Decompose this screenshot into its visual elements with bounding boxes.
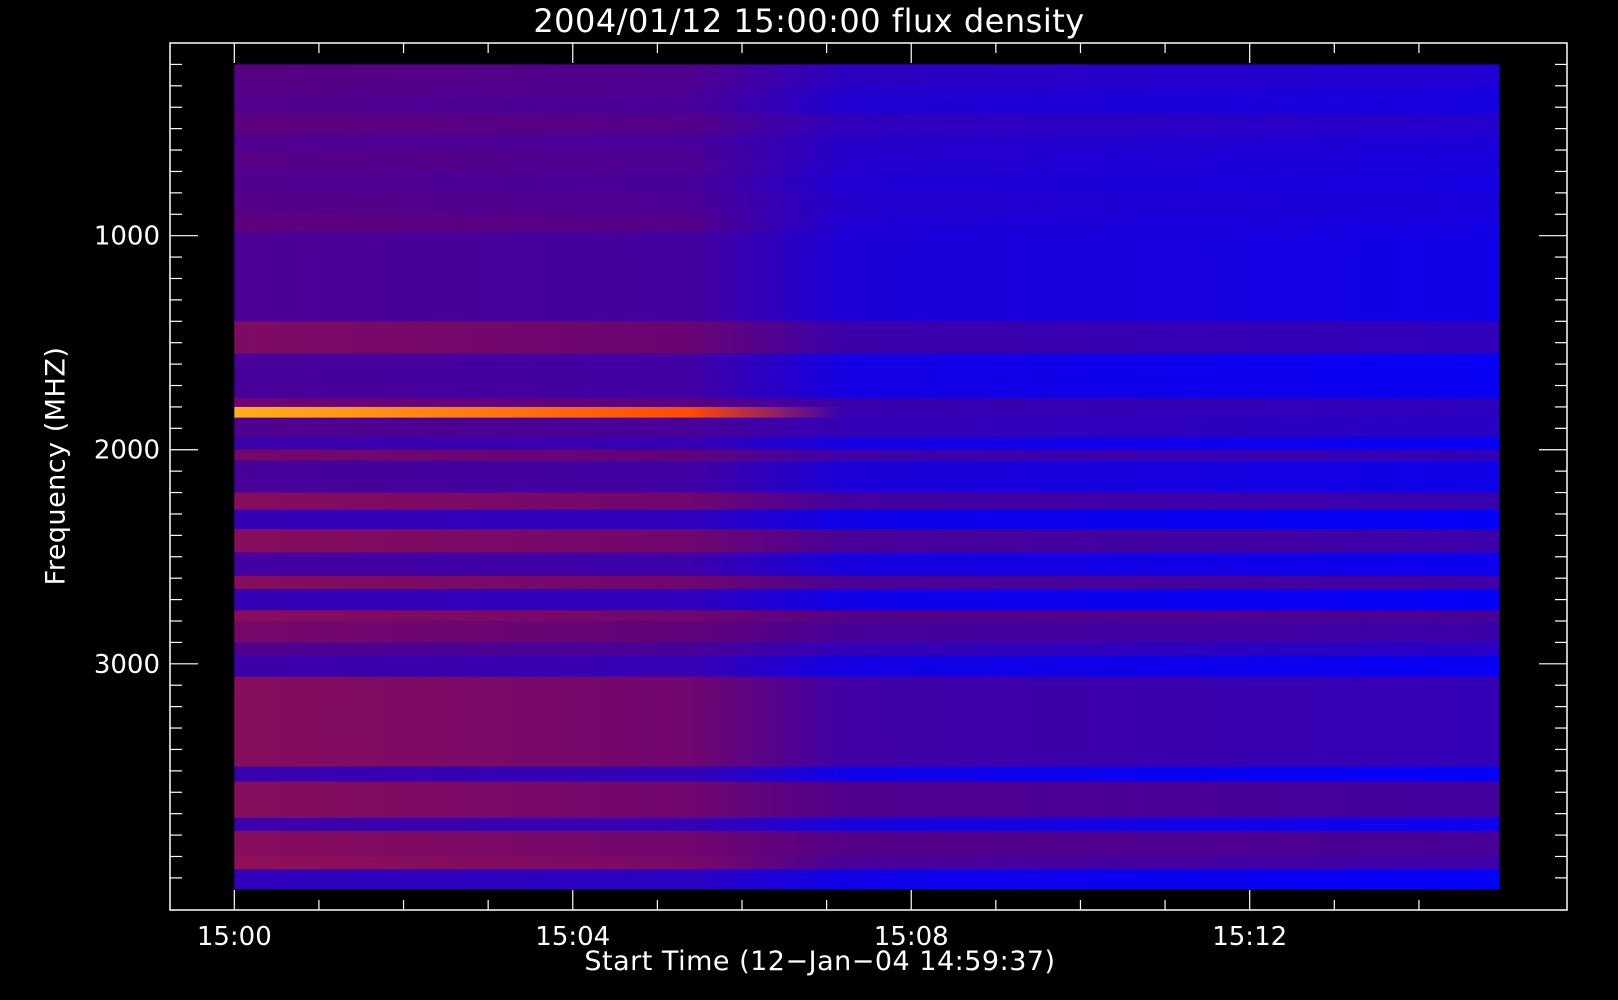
- heatmap-band: [234, 113, 1500, 134]
- chart-title: 2004/01/12 15:00:00 flux density: [533, 2, 1085, 40]
- heatmap-band: [234, 436, 1500, 451]
- heatmap-band: [234, 621, 1500, 643]
- heatmap-band: [234, 398, 1500, 408]
- x-axis-label: Start Time (12−Jan−04 14:59:37): [584, 946, 1056, 977]
- heatmap-band: [234, 766, 1500, 783]
- heatmap-band: [234, 231, 1500, 322]
- heatmap-band: [234, 406, 1500, 419]
- heatmap-band: [234, 321, 1500, 354]
- heatmap-band: [234, 588, 1500, 611]
- heatmap-band: [234, 552, 1500, 577]
- heatmap-band: [234, 509, 1500, 530]
- heatmap-band: [234, 781, 1500, 819]
- heatmap-band: [234, 171, 1500, 194]
- heatmap-band: [234, 192, 1500, 215]
- heatmap-band: [234, 460, 1500, 494]
- heatmap-band: [234, 417, 1500, 438]
- heatmap-band: [234, 150, 1500, 172]
- heatmap-band: [234, 676, 1500, 768]
- heatmap-band: [234, 132, 1500, 151]
- heatmap-band: [234, 817, 1500, 832]
- heatmap-band: [234, 353, 1500, 399]
- heatmap-band: [234, 492, 1500, 511]
- heatmap-band: [234, 655, 1500, 678]
- heatmap-band: [234, 576, 1500, 590]
- y-tick-label: 2000: [94, 436, 160, 466]
- heatmap-band: [234, 214, 1500, 232]
- y-tick-label: 1000: [94, 222, 160, 252]
- heatmap-band: [234, 528, 1500, 553]
- spectrogram-figure: 15:00 15:04 15:08 15:12100020003000: [0, 0, 1618, 1000]
- heatmap-band: [234, 85, 1500, 100]
- heatmap-band: [234, 449, 1500, 461]
- heatmap: [234, 64, 1500, 890]
- heatmap-band: [234, 642, 1500, 656]
- heatmap-band: [234, 610, 1500, 622]
- heatmap-band: [234, 869, 1500, 890]
- heatmap-band: [234, 830, 1500, 857]
- heatmap-band: [234, 98, 1500, 115]
- y-tick-label: 3000: [94, 650, 160, 680]
- heatmap-band: [234, 64, 1500, 87]
- heatmap-band: [234, 856, 1500, 870]
- y-axis-label: Frequency (MHZ): [40, 346, 72, 586]
